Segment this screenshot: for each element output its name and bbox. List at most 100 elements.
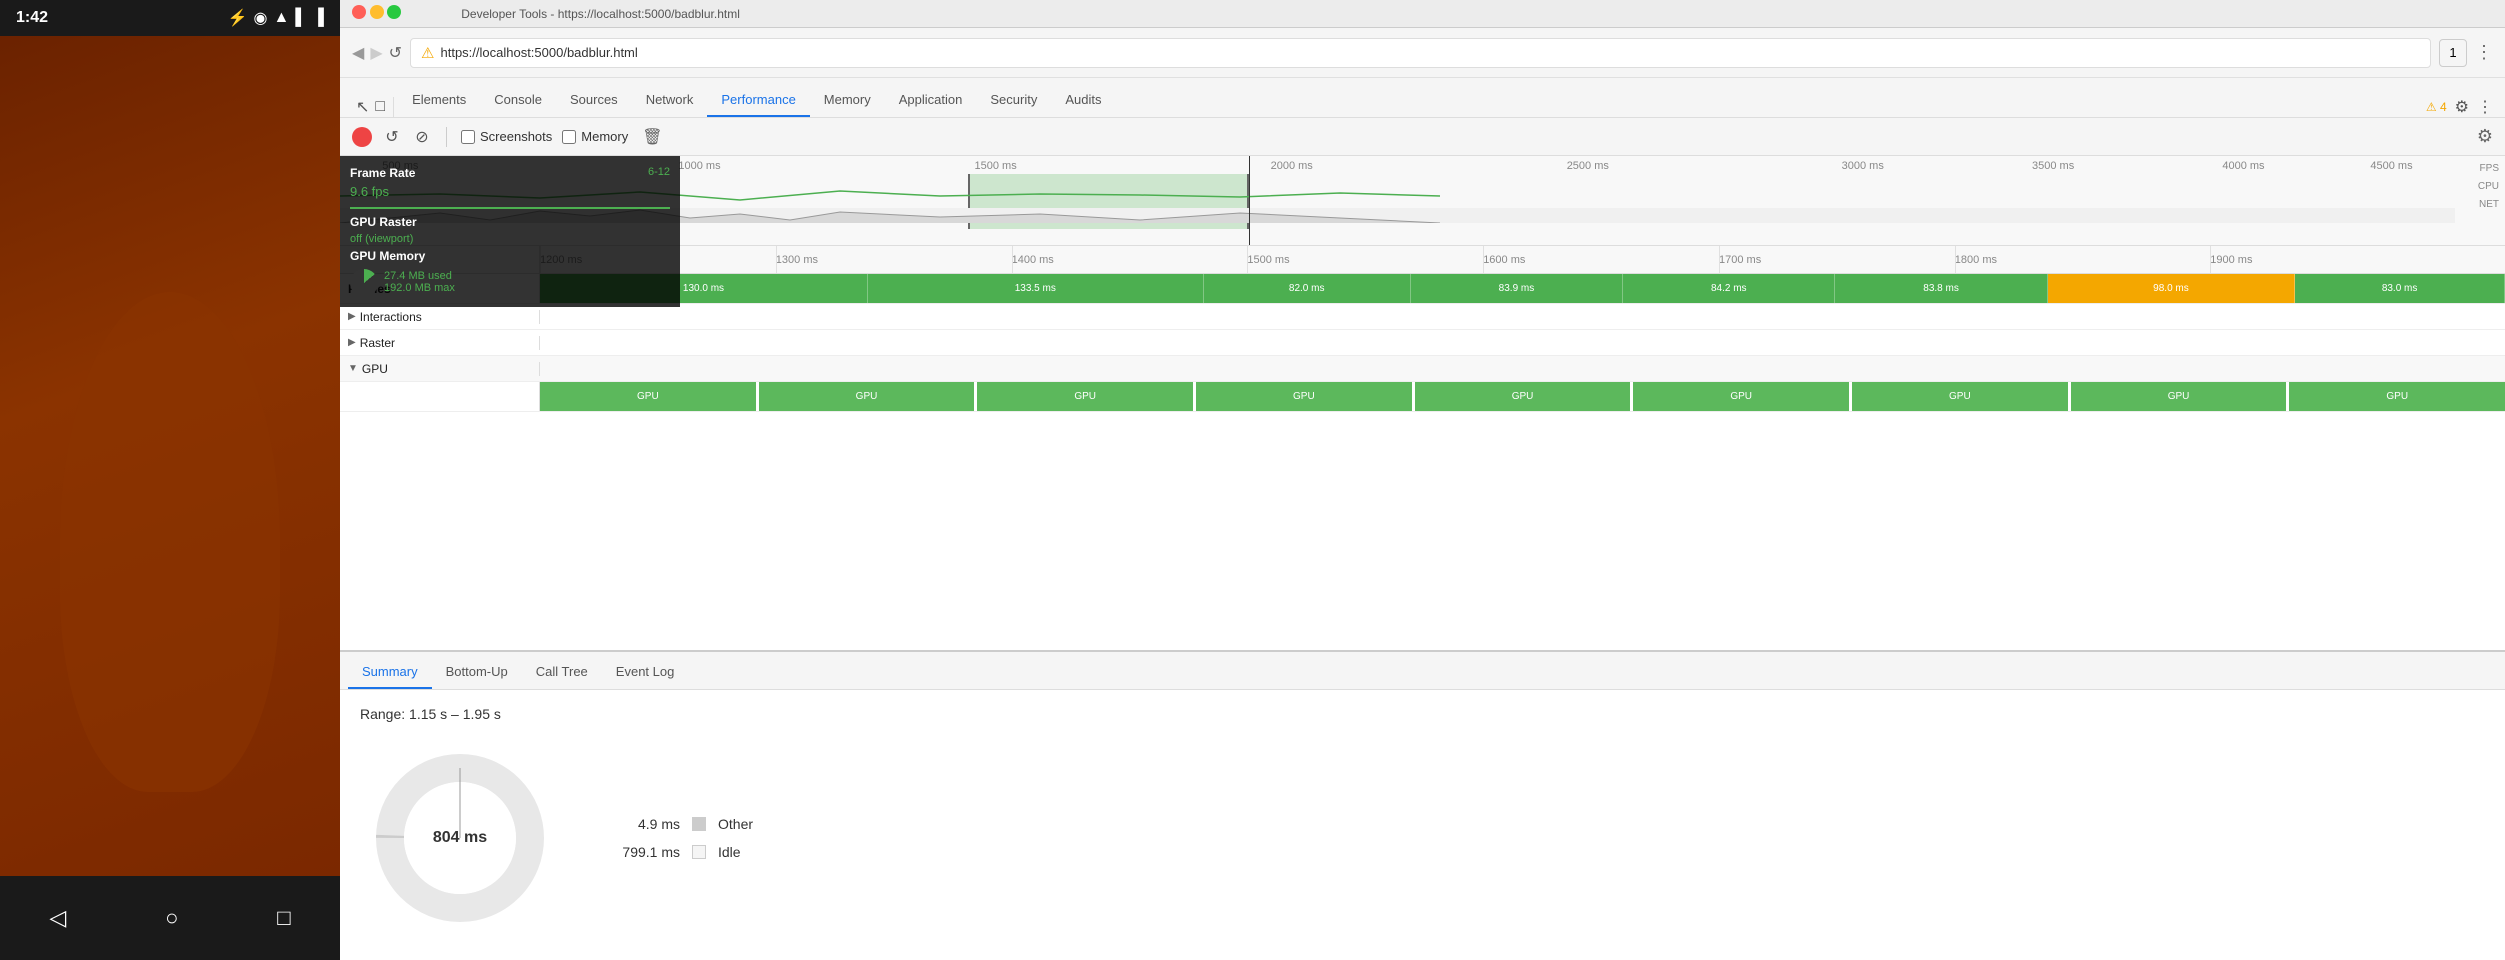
phone-nav-bar: ◁ ○ □ — [0, 876, 340, 960]
time-ruler-ticks: 1200 ms 1300 ms 1400 ms 1500 ms 1600 ms … — [540, 246, 2505, 273]
gpu-block-label-2: GPU — [1074, 391, 1096, 402]
gpu-block-7: GPU — [2071, 382, 2289, 411]
maximize-button[interactable] — [387, 5, 401, 19]
memory-used: 27.4 MB used — [384, 270, 455, 282]
toolbar-separator-1 — [446, 127, 447, 147]
tab-event-log[interactable]: Event Log — [602, 656, 689, 689]
raster-expand-icon[interactable]: ▶ — [348, 337, 356, 348]
overlay-gpumemory-title: GPU Memory — [350, 249, 455, 263]
back-nav-icon[interactable]: ◀ — [352, 43, 364, 63]
tick-4000: 4000 ms — [2222, 160, 2264, 172]
inspector-cursor-icon[interactable]: ↖ — [356, 97, 369, 117]
gpu-block-8: GPU — [2289, 382, 2505, 411]
delete-recording-button[interactable]: 🗑 — [642, 127, 662, 147]
gpu-block-3: GPU — [1196, 382, 1414, 411]
gpu-block-label-6: GPU — [1949, 391, 1971, 402]
gpu-block-6: GPU — [1852, 382, 2070, 411]
tab-performance[interactable]: Performance — [707, 84, 809, 117]
window-controls — [352, 5, 401, 22]
frame-duration-6: 98.0 ms — [2153, 283, 2189, 294]
gpu-block-label-8: GPU — [2386, 391, 2408, 402]
gpu-block-label-4: GPU — [1512, 391, 1534, 402]
url-field[interactable]: ⚠ https://localhost:5000/badblur.html — [410, 38, 2431, 68]
tab-count[interactable]: 1 — [2439, 39, 2467, 67]
tick-2000: 2000 ms — [1271, 160, 1313, 172]
interactions-expand-icon[interactable]: ▶ — [348, 311, 356, 322]
tab-summary[interactable]: Summary — [348, 656, 432, 689]
frame-duration-1: 133.5 ms — [1015, 283, 1056, 294]
gpu-block-5: GPU — [1633, 382, 1851, 411]
bottom-panel: Summary Bottom-Up Call Tree Event Log Ra… — [340, 650, 2505, 960]
clear-button[interactable]: ⊘ — [412, 127, 432, 147]
minimize-button[interactable] — [370, 5, 384, 19]
frame-block-6: 98.0 ms — [2048, 274, 2296, 303]
raster-label: ▶ Raster — [340, 336, 540, 350]
signal-icon: ▌ — [295, 9, 306, 27]
tick-2500: 2500 ms — [1567, 160, 1609, 172]
net-label: NET — [2479, 196, 2499, 214]
frames-content: 130.0 ms 133.5 ms 82.0 ms 83.9 ms 84.2 m… — [540, 274, 2505, 303]
wifi-icon: ▲ — [273, 9, 289, 27]
gpu-blocks-content: GPU GPU GPU GPU GPU GPU — [540, 382, 2505, 411]
tab-memory[interactable]: Memory — [810, 84, 885, 117]
interactions-label: ▶ Interactions — [340, 310, 540, 324]
gpu-block-label-0: GPU — [637, 391, 659, 402]
memory-checkbox[interactable] — [562, 130, 576, 144]
memory-donut-chart — [350, 269, 378, 297]
home-icon[interactable]: ○ — [165, 905, 178, 931]
screenshots-toggle[interactable]: Screenshots — [461, 129, 552, 144]
t-1600: 1600 ms — [1483, 254, 1525, 266]
t-1800: 1800 ms — [1955, 254, 1997, 266]
legend-items: 4.9 ms Other 799.1 ms Idle — [600, 816, 753, 860]
gpu-expand-icon[interactable]: ▼ — [348, 363, 358, 374]
frame-block-5: 83.8 ms — [1835, 274, 2047, 303]
performance-panel: Frame Rate 9.6 fps 6-12 GPU Raster off (… — [340, 156, 2505, 960]
screenshots-label: Screenshots — [480, 129, 552, 144]
gpu-block-1: GPU — [759, 382, 977, 411]
devtools-menu-icon[interactable]: ⋮ — [2477, 97, 2493, 117]
gpu-block-label-3: GPU — [1293, 391, 1315, 402]
tab-bottom-up[interactable]: Bottom-Up — [432, 656, 522, 689]
tab-security[interactable]: Security — [976, 84, 1051, 117]
tab-application[interactable]: Application — [885, 84, 977, 117]
memory-toggle[interactable]: Memory — [562, 129, 628, 144]
devtools-settings-icon[interactable]: ⚙ — [2455, 97, 2469, 117]
menu-icon[interactable]: ⋮ — [2475, 42, 2493, 63]
close-button[interactable] — [352, 5, 366, 19]
reload-nav-icon[interactable]: ↺ — [389, 43, 402, 63]
alert-badge: ⚠ 4 — [2426, 100, 2447, 114]
overlay-gpuraster-value: off (viewport) — [350, 233, 417, 245]
tab-sources[interactable]: Sources — [556, 84, 632, 117]
screenshots-checkbox[interactable] — [461, 130, 475, 144]
tab-audits[interactable]: Audits — [1051, 84, 1115, 117]
record-button[interactable] — [352, 127, 372, 147]
fps-sparkline — [350, 207, 670, 209]
phone-content — [0, 36, 340, 876]
reload-record-button[interactable]: ↺ — [382, 127, 402, 147]
gpu-blocks-row: GPU GPU GPU GPU GPU GPU — [340, 382, 2505, 412]
memory-max: 192.0 MB max — [384, 282, 455, 294]
tick-1500: 1500 ms — [975, 160, 1017, 172]
forward-nav-icon[interactable]: ▶ — [370, 43, 382, 63]
back-icon[interactable]: ◁ — [49, 905, 66, 931]
tick-1000: 1000 ms — [678, 160, 720, 172]
gpu-block-4: GPU — [1415, 382, 1633, 411]
overview-timeline: Frame Rate 9.6 fps 6-12 GPU Raster off (… — [340, 156, 2505, 246]
tab-network[interactable]: Network — [632, 84, 708, 117]
gpu-text: GPU — [362, 362, 388, 376]
tab-console[interactable]: Console — [480, 84, 556, 117]
legend-other-swatch — [692, 817, 706, 831]
tab-elements[interactable]: Elements — [398, 84, 480, 117]
overlay-fps-value: 9.6 fps — [350, 184, 415, 199]
frame-block-7: 83.0 ms — [2295, 274, 2505, 303]
device-toolbar-icon[interactable]: □ — [375, 98, 385, 116]
legend-other: 4.9 ms Other — [600, 816, 753, 832]
frame-duration-4: 84.2 ms — [1711, 283, 1747, 294]
frame-block-3: 83.9 ms — [1411, 274, 1623, 303]
url-bar-icons: ◀ ▶ ↺ — [352, 43, 402, 63]
tab-call-tree[interactable]: Call Tree — [522, 656, 602, 689]
recents-icon[interactable]: □ — [277, 905, 290, 931]
capture-settings-button[interactable]: ⚙ — [2477, 126, 2493, 147]
devtools-tabs-bar: ↖ □ Elements Console Sources Network Per… — [340, 78, 2505, 118]
nfc-icon: ◉ — [254, 8, 268, 28]
